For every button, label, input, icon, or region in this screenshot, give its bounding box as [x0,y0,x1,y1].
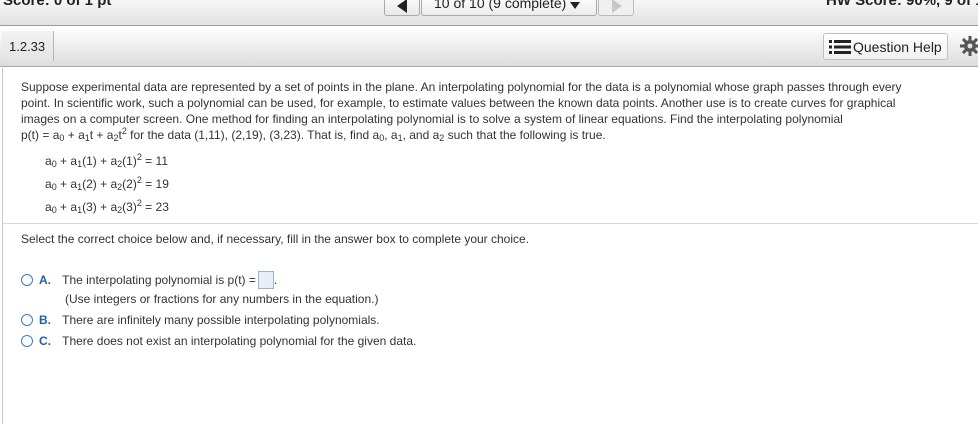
dropdown-caret-icon [570,2,580,9]
radio-icon[interactable] [21,314,33,326]
question-select-dropdown[interactable]: 10 of 10 (9 complete) [421,0,597,16]
problem-line-2: point. In scientific work, such a polyno… [21,96,896,110]
top-bar: Score: 0 of 1 pt 10 of 10 (9 complete) H… [0,0,978,26]
choice-b-text: There are infinitely many possible inter… [62,313,380,327]
prev-arrow-icon [397,0,407,13]
radio-icon[interactable] [21,274,33,286]
choice-letter: B. [39,313,51,327]
score-label: Score: 0 of 1 pt [3,0,112,9]
choice-letter: A. [39,273,51,287]
equation-system: a0 + a1(1) + a2(1)2 = 11 a0 + a1(2) + a2… [45,150,169,219]
next-question-button[interactable] [598,0,634,16]
list-icon [829,40,851,54]
choice-a-text: The interpolating polynomial is p(t) = [62,273,256,287]
choice-a-hint: (Use integers or fractions for any numbe… [65,292,379,306]
choice-c-text: There does not exist an interpolating po… [62,334,417,348]
choice-letter: C. [39,334,51,348]
answer-input-box[interactable] [257,271,274,289]
gear-icon[interactable] [960,36,978,56]
choice-b[interactable]: B. There are infinitely many possible in… [21,313,380,327]
choice-a[interactable]: A. The interpolating polynomial is p(t) … [21,271,277,289]
instruction-text: Select the correct choice below and, if … [21,232,530,246]
choice-c[interactable]: C. There does not exist an interpolating… [21,334,416,348]
question-select-value: 10 of 10 (9 complete) [434,0,567,11]
question-number-box: 1.2.33 [2,31,54,61]
problem-line-3: images on a computer screen. One method … [21,112,843,126]
question-content: Suppose experimental data are represente… [2,68,978,424]
equation-row: a0 + a1(1) + a2(1)2 = 11 [45,152,168,169]
equation-row: a0 + a1(2) + a2(2)2 = 19 [45,175,169,192]
next-arrow-icon [612,0,622,13]
problem-line-1: Suppose experimental data are represente… [21,80,902,94]
question-header: 1.2.33 Question Help [0,27,978,67]
hw-score-label: HW Score: 90%, 9 of 10 pts [826,0,978,9]
question-number: 1.2.33 [9,39,46,54]
equation-row: a0 + a1(3) + a2(3)2 = 23 [45,198,169,215]
radio-icon[interactable] [21,335,33,347]
problem-line-4: p(t) = a0 + a1t + a2t2 for the data (1,1… [21,126,606,143]
section-divider [3,223,978,224]
problem-statement: Suppose experimental data are represente… [21,79,978,143]
previous-question-button[interactable] [384,0,420,16]
question-help-label: Question Help [853,39,942,55]
question-help-button[interactable]: Question Help [823,33,948,60]
